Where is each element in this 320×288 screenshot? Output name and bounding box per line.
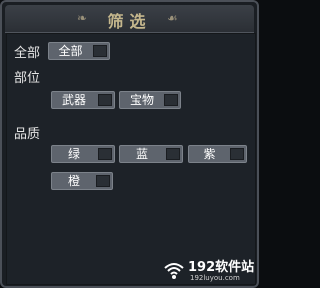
filter-panel: ❧ 筛选 ☙ 全部 全部 部位 武器 宝物 品质 绿 蓝 紫 橙 192软件站 …	[0, 0, 259, 288]
checkbox-icon[interactable]	[96, 175, 110, 187]
toggle-green-label: 绿	[67, 147, 80, 161]
toggle-weapon[interactable]: 武器	[51, 91, 115, 109]
checkbox-icon[interactable]	[98, 148, 112, 160]
checkbox-icon[interactable]	[230, 148, 244, 160]
toggle-orange-label: 橙	[67, 174, 80, 188]
watermark-url: 192luyou.com	[190, 274, 240, 282]
all-section-label: 全部	[14, 46, 41, 61]
slot-section-label: 部位	[14, 71, 41, 86]
wifi-icon	[164, 263, 184, 279]
title-bar: ❧ 筛选 ☙	[5, 5, 254, 33]
toggle-all[interactable]: 全部	[48, 42, 110, 60]
toggle-treasure[interactable]: 宝物	[119, 91, 181, 109]
quality-section-label: 品质	[14, 127, 41, 142]
ornament-right-icon: ☙	[167, 11, 178, 25]
toggle-weapon-label: 武器	[61, 93, 86, 107]
checkbox-icon[interactable]	[93, 45, 107, 57]
checkbox-icon[interactable]	[164, 94, 178, 106]
checkbox-icon[interactable]	[98, 94, 112, 106]
toggle-blue[interactable]: 蓝	[119, 145, 183, 163]
toggle-purple[interactable]: 紫	[188, 145, 247, 163]
watermark: 192软件站 192luyou.com	[162, 255, 257, 286]
toggle-blue-label: 蓝	[135, 147, 148, 161]
toggle-purple-label: 紫	[203, 147, 216, 161]
toggle-all-label: 全部	[58, 44, 83, 58]
watermark-name: 192软件站	[188, 260, 255, 275]
panel-title: 筛选	[107, 12, 152, 31]
checkbox-icon[interactable]	[166, 148, 180, 160]
filter-content: 全部 全部 部位 武器 宝物 品质 绿 蓝 紫 橙	[6, 33, 256, 285]
toggle-treasure-label: 宝物	[129, 93, 154, 107]
toggle-orange[interactable]: 橙	[51, 172, 113, 190]
toggle-green[interactable]: 绿	[51, 145, 115, 163]
